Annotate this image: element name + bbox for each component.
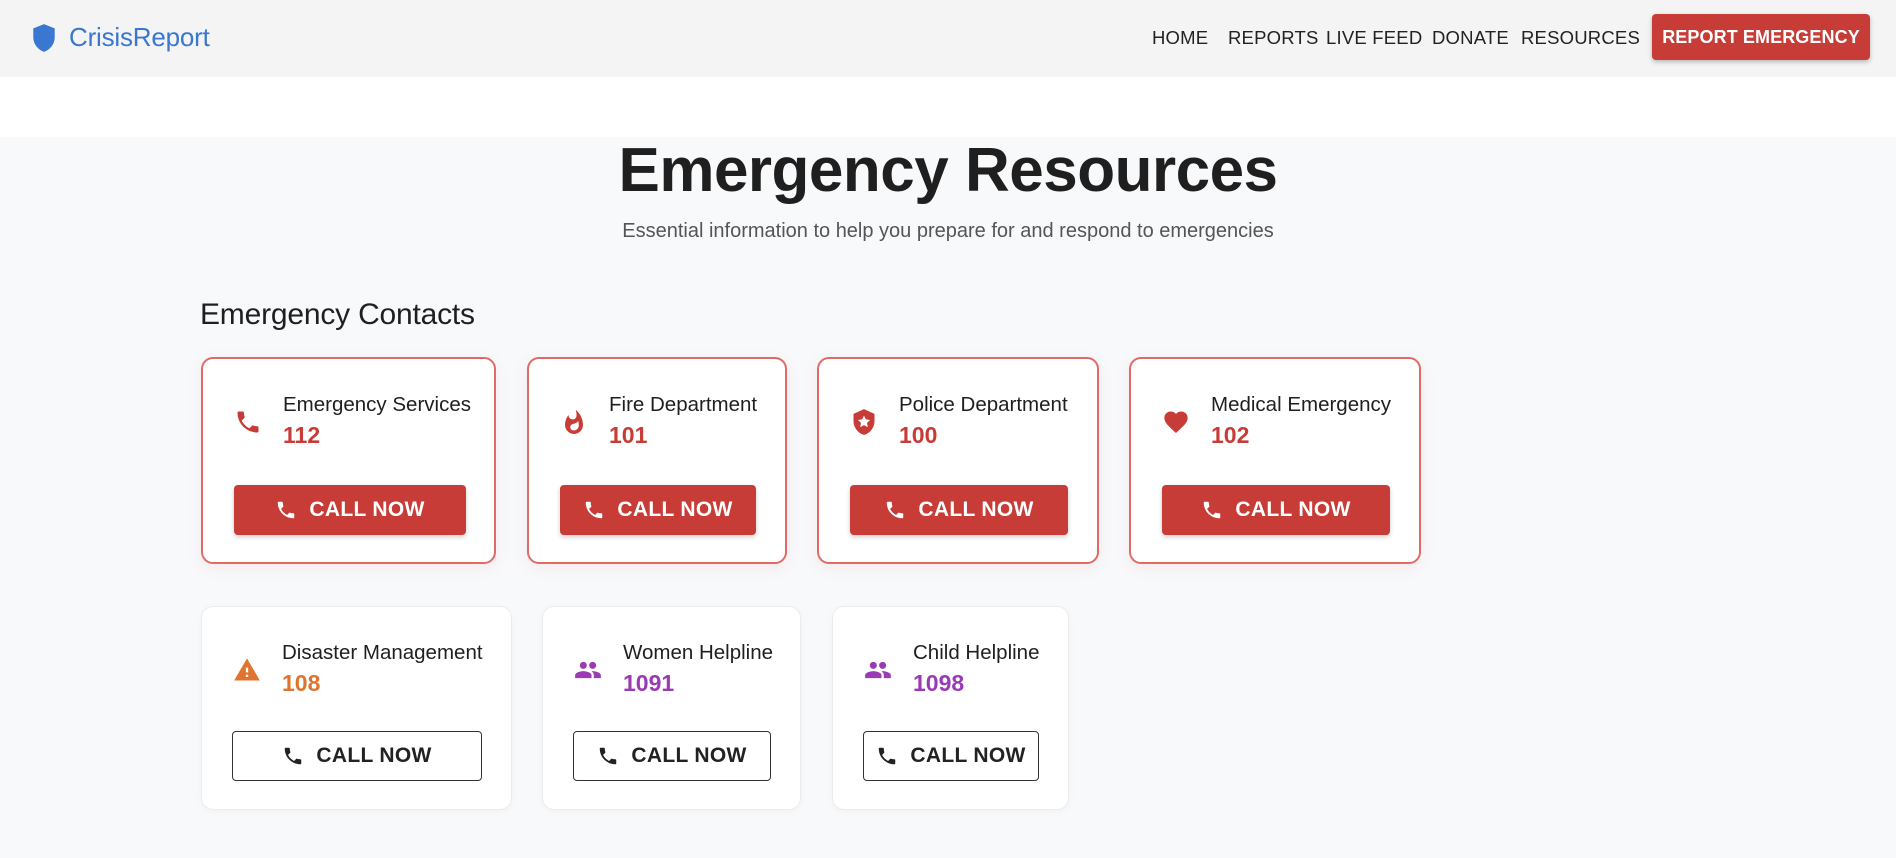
nav-live-feed[interactable]: LIVE FEED xyxy=(1326,27,1422,49)
heart-icon xyxy=(1161,407,1191,437)
phone-icon xyxy=(285,747,302,765)
phone-icon xyxy=(233,407,263,437)
call-now-button[interactable]: CALL NOW xyxy=(863,731,1039,781)
contact-card-emergency-services: Emergency Services 112 CALL NOW xyxy=(201,357,496,564)
nav-donate[interactable]: DONATE xyxy=(1432,27,1509,49)
contact-card-police-department: Police Department 100 CALL NOW xyxy=(817,357,1099,564)
call-now-label: CALL NOW xyxy=(631,744,747,767)
contact-name: Fire Department xyxy=(609,393,758,416)
nav-home[interactable]: HOME xyxy=(1152,27,1208,49)
call-now-button[interactable]: CALL NOW xyxy=(573,731,771,781)
police-badge-icon xyxy=(849,407,879,437)
phone-icon xyxy=(887,501,904,519)
people-icon xyxy=(863,655,893,685)
page-title: Emergency Resources xyxy=(618,136,1278,205)
warning-icon xyxy=(232,655,262,685)
section-title-emergency-contacts: Emergency Contacts xyxy=(200,298,475,331)
call-now-label: CALL NOW xyxy=(316,744,432,767)
contact-card-child-helpline: Child Helpline 1098 CALL NOW xyxy=(832,606,1069,810)
brand-name: CrisisReport xyxy=(69,22,210,52)
phone-icon xyxy=(586,501,603,519)
contact-name: Child Helpline xyxy=(913,641,1040,664)
fire-icon xyxy=(559,407,589,437)
contact-name: Medical Emergency xyxy=(1211,393,1392,416)
contact-number: 112 xyxy=(283,422,321,448)
contact-number: 100 xyxy=(899,422,938,448)
top-navbar: CrisisReport HOME REPORTS LIVE FEED DONA… xyxy=(0,0,1896,77)
page-subtitle: Essential information to help you prepar… xyxy=(622,220,1274,242)
header-spacer xyxy=(0,77,1896,137)
contact-number: 1098 xyxy=(913,670,965,696)
call-now-label: CALL NOW xyxy=(309,498,425,521)
contact-number: 102 xyxy=(1211,422,1250,448)
call-now-button[interactable]: CALL NOW xyxy=(560,485,756,535)
call-now-button[interactable]: CALL NOW xyxy=(1162,485,1390,535)
contact-card-fire-department: Fire Department 101 CALL NOW xyxy=(527,357,787,564)
nav-reports[interactable]: REPORTS xyxy=(1228,27,1319,49)
contact-name: Women Helpline xyxy=(623,641,774,664)
call-now-label: CALL NOW xyxy=(1235,498,1351,521)
call-now-button[interactable]: CALL NOW xyxy=(850,485,1068,535)
contact-card-medical-emergency: Medical Emergency 102 CALL NOW xyxy=(1129,357,1421,564)
contact-number: 101 xyxy=(609,422,648,448)
report-emergency-button[interactable]: REPORT EMERGENCY xyxy=(1652,14,1870,60)
contact-name: Disaster Management xyxy=(282,641,483,664)
phone-icon xyxy=(1204,501,1221,519)
call-now-label: CALL NOW xyxy=(617,498,733,521)
contact-card-disaster-management: Disaster Management 108 CALL NOW xyxy=(201,606,512,810)
phone-icon xyxy=(879,747,896,765)
people-icon xyxy=(573,655,603,685)
call-now-label: CALL NOW xyxy=(918,498,1034,521)
contact-number: 108 xyxy=(282,670,321,696)
brand-logo[interactable]: CrisisReport xyxy=(31,22,210,53)
call-now-label: CALL NOW xyxy=(910,744,1026,767)
contact-name: Emergency Services xyxy=(283,393,471,416)
phone-icon xyxy=(600,747,617,765)
contact-name: Police Department xyxy=(899,393,1068,416)
contact-number: 1091 xyxy=(623,670,675,696)
phone-icon xyxy=(278,501,295,519)
call-now-button[interactable]: CALL NOW xyxy=(232,731,482,781)
call-now-button[interactable]: CALL NOW xyxy=(234,485,466,535)
contact-card-women-helpline: Women Helpline 1091 CALL NOW xyxy=(542,606,801,810)
shield-icon xyxy=(33,23,55,52)
nav-resources[interactable]: RESOURCES xyxy=(1521,27,1640,49)
